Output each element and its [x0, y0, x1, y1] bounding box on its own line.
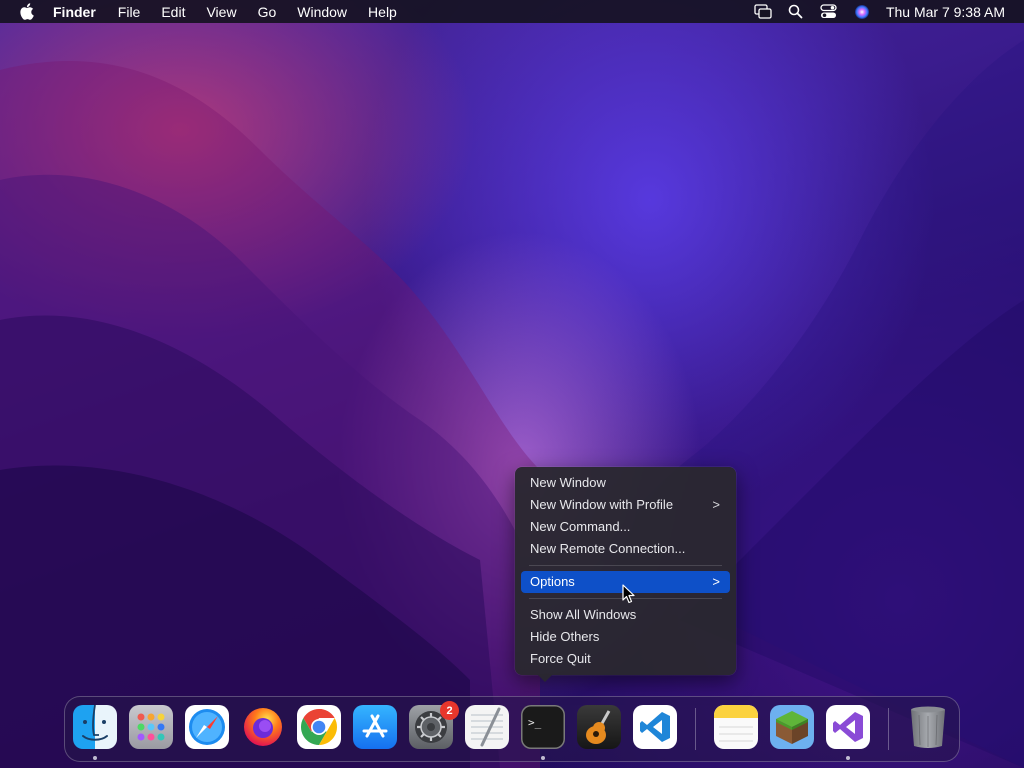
running-indicator	[541, 756, 545, 760]
firefox-icon[interactable]	[241, 705, 285, 749]
spotlight-search-icon[interactable]	[786, 3, 806, 21]
ctx-item-label: Hide Others	[530, 629, 600, 644]
context-menu-pointer	[537, 674, 553, 682]
dock: 2 >_	[64, 696, 960, 762]
screen-mirroring-icon[interactable]	[753, 3, 773, 21]
menu-file[interactable]: File	[118, 4, 141, 20]
chevron-right-icon: >	[712, 574, 720, 589]
menu-window[interactable]: Window	[297, 4, 347, 20]
ctx-item-label: Options	[530, 574, 575, 589]
menu-help[interactable]: Help	[368, 4, 397, 20]
siri-icon[interactable]	[852, 3, 872, 21]
ctx-item-new-command[interactable]: New Command...	[521, 517, 730, 537]
apple-menu-icon[interactable]	[17, 3, 35, 21]
ctx-item-show-all-windows[interactable]: Show All Windows	[521, 605, 730, 625]
menu-bar: Finder File Edit View Go Window Help Thu…	[0, 0, 1024, 23]
vscode-icon[interactable]	[633, 705, 677, 749]
minecraft-icon[interactable]	[770, 705, 814, 749]
wallpaper	[0, 40, 1024, 768]
menu-go[interactable]: Go	[258, 4, 277, 20]
mouse-cursor-icon	[622, 584, 635, 604]
finder-icon[interactable]	[73, 705, 117, 749]
ctx-item-label: New Command...	[530, 519, 631, 534]
garageband-icon[interactable]	[577, 705, 621, 749]
textedit-icon[interactable]	[465, 705, 509, 749]
control-center-icon[interactable]	[819, 3, 839, 21]
chevron-right-icon: >	[712, 497, 720, 512]
ctx-item-label: New Remote Connection...	[530, 541, 686, 556]
ctx-item-new-window-with-profile[interactable]: New Window with Profile >	[521, 495, 730, 515]
ctx-item-label: Force Quit	[530, 651, 591, 666]
ctx-item-hide-others[interactable]: Hide Others	[521, 627, 730, 647]
ctx-item-new-window[interactable]: New Window	[521, 473, 730, 493]
app-store-icon[interactable]	[353, 705, 397, 749]
notification-badge: 2	[440, 701, 459, 720]
launchpad-icon[interactable]	[129, 705, 173, 749]
ctx-item-label: Show All Windows	[530, 607, 637, 622]
menu-app-name[interactable]: Finder	[53, 4, 96, 20]
running-indicator	[846, 756, 850, 760]
menu-bar-status: Thu Mar 7 9:38 AM	[740, 0, 1005, 23]
dock-separator	[888, 708, 889, 750]
safari-icon[interactable]	[185, 705, 229, 749]
trash-icon[interactable]	[906, 705, 950, 749]
ctx-item-new-remote-connection[interactable]: New Remote Connection...	[521, 539, 730, 559]
ctx-item-force-quit[interactable]: Force Quit	[521, 649, 730, 669]
menu-bar-left: Finder File Edit View Go Window Help	[0, 0, 418, 23]
notes-icon[interactable]	[714, 705, 758, 749]
dock-separator	[695, 708, 696, 750]
ctx-item-label: New Window with Profile	[530, 497, 674, 512]
svg-text:>_: >_	[528, 716, 542, 729]
menu-view[interactable]: View	[206, 4, 236, 20]
menu-bar-clock[interactable]: Thu Mar 7 9:38 AM	[886, 4, 1005, 20]
ctx-separator	[529, 565, 722, 566]
terminal-icon[interactable]: >_	[521, 705, 565, 749]
ctx-item-label: New Window	[530, 475, 606, 490]
running-indicator	[93, 756, 97, 760]
menu-edit[interactable]: Edit	[161, 4, 185, 20]
dock-context-menu: New Window New Window with Profile > New…	[515, 467, 736, 675]
chrome-icon[interactable]	[297, 705, 341, 749]
visual-studio-icon[interactable]	[826, 705, 870, 749]
